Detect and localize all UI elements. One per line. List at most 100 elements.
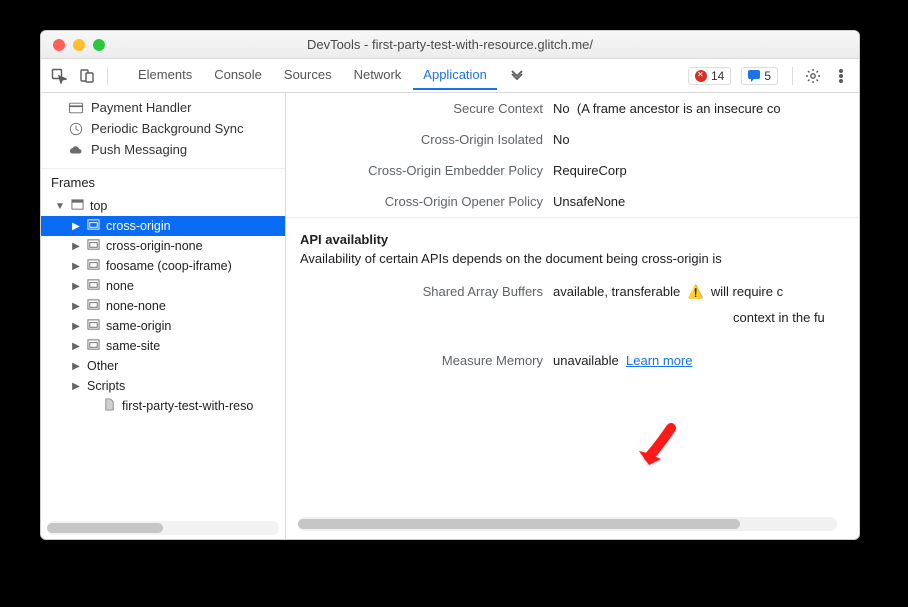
row-extra: will require c <box>711 284 783 299</box>
scrollbar-thumb[interactable] <box>47 523 163 533</box>
separator <box>107 67 108 85</box>
learn-more-link[interactable]: Learn more <box>626 353 692 368</box>
tree-item-same-site[interactable]: ▶ same-site <box>41 336 285 356</box>
iframe-icon <box>87 278 100 294</box>
frames-tree: ▼ top ▶ cross-origin ▶ cross-origin-none… <box>41 196 285 521</box>
tree-item-label: Other <box>87 359 118 373</box>
tree-item-none[interactable]: ▶ none <box>41 276 285 296</box>
row-extra: (A frame ancestor is an insecure co <box>577 101 781 116</box>
tree-item-label: foosame (coop-iframe) <box>106 259 232 273</box>
tree-item-scripts[interactable]: ▶ Scripts <box>41 376 285 396</box>
messages-badge[interactable]: 5 <box>741 67 778 85</box>
row-extra: context in the fu <box>553 310 825 325</box>
row-label: Measure Memory <box>298 353 543 368</box>
panel-body: Payment Handler Periodic Background Sync… <box>41 93 859 539</box>
tab-application[interactable]: Application <box>413 61 497 90</box>
tree-item-label: cross-origin-none <box>106 239 203 253</box>
tree-item-label: same-site <box>106 339 160 353</box>
kebab-menu-icon[interactable] <box>829 64 853 88</box>
iframe-icon <box>87 218 100 234</box>
frames-header: Frames <box>41 168 285 196</box>
sidebar-item-label: Payment Handler <box>91 100 191 115</box>
tree-item-script-file[interactable]: first-party-test-with-reso <box>41 396 285 416</box>
tree-item-other[interactable]: ▶ Other <box>41 356 285 376</box>
tab-elements[interactable]: Elements <box>128 61 202 90</box>
row-measure-memory: Measure Memory unavailable Learn more <box>286 333 859 376</box>
messages-count: 5 <box>764 69 771 83</box>
tree-item-label: same-origin <box>106 319 171 333</box>
tab-sources[interactable]: Sources <box>274 61 342 90</box>
row-cross-origin-isolated: Cross-Origin Isolated No <box>286 124 859 155</box>
row-coep: Cross-Origin Embedder Policy RequireCorp <box>286 155 859 186</box>
sidebar-item-label: Periodic Background Sync <box>91 121 243 136</box>
errors-count: 14 <box>711 69 724 83</box>
minimize-window-button[interactable] <box>73 39 85 51</box>
row-label: Cross-Origin Embedder Policy <box>298 163 543 178</box>
row-shared-array-buffers: Shared Array Buffers available, transfer… <box>286 276 859 308</box>
tree-item-same-origin[interactable]: ▶ same-origin <box>41 316 285 336</box>
iframe-icon <box>87 338 100 354</box>
window-controls <box>41 39 105 51</box>
tree-item-foosame[interactable]: ▶ foosame (coop-iframe) <box>41 256 285 276</box>
disclosure-triangle-icon[interactable]: ▶ <box>71 381 81 392</box>
tree-item-cross-origin[interactable]: ▶ cross-origin <box>41 216 285 236</box>
disclosure-triangle-icon[interactable]: ▶ <box>71 301 81 312</box>
sidebar-item-periodic-sync[interactable]: Periodic Background Sync <box>41 118 285 139</box>
file-icon <box>103 398 116 414</box>
row-value: available, transferable <box>553 284 680 299</box>
disclosure-triangle-icon[interactable]: ▶ <box>71 341 81 352</box>
devtools-window: DevTools - first-party-test-with-resourc… <box>40 30 860 540</box>
tree-item-top[interactable]: ▼ top <box>41 196 285 216</box>
disclosure-triangle-icon[interactable]: ▶ <box>71 221 81 232</box>
zoom-window-button[interactable] <box>93 39 105 51</box>
api-section-title: API availablity <box>286 217 859 251</box>
more-tabs-icon[interactable] <box>505 64 529 88</box>
disclosure-triangle-icon[interactable]: ▶ <box>71 241 81 252</box>
tab-network[interactable]: Network <box>344 61 412 90</box>
disclosure-triangle-icon[interactable]: ▼ <box>55 201 65 212</box>
disclosure-triangle-icon[interactable]: ▶ <box>71 281 81 292</box>
message-icon <box>748 70 760 82</box>
row-value: No <box>553 132 570 147</box>
device-toggle-icon[interactable] <box>75 64 99 88</box>
disclosure-triangle-icon[interactable]: ▶ <box>71 321 81 332</box>
iframe-icon <box>87 318 100 334</box>
titlebar: DevTools - first-party-test-with-resourc… <box>41 31 859 59</box>
warning-icon: ⚠️ <box>687 284 703 299</box>
close-window-button[interactable] <box>53 39 65 51</box>
tree-item-none-none[interactable]: ▶ none-none <box>41 296 285 316</box>
settings-icon[interactable] <box>801 64 825 88</box>
tab-console[interactable]: Console <box>204 61 272 90</box>
card-icon <box>69 101 83 115</box>
row-value: RequireCorp <box>553 163 627 178</box>
tree-item-label: none-none <box>106 299 166 313</box>
iframe-icon <box>87 298 100 314</box>
iframe-icon <box>87 238 100 254</box>
errors-badge[interactable]: 14 <box>688 67 731 85</box>
inspect-icon[interactable] <box>47 64 71 88</box>
tree-item-label: top <box>90 199 107 213</box>
row-value: No <box>553 101 570 116</box>
sidebar-scrollbar[interactable] <box>47 521 279 535</box>
iframe-icon <box>87 258 100 274</box>
tree-item-label: cross-origin <box>106 219 171 233</box>
tree-item-label: none <box>106 279 134 293</box>
scrollbar-thumb[interactable] <box>298 519 740 529</box>
row-coop: Cross-Origin Opener Policy UnsafeNone <box>286 186 859 217</box>
sidebar-item-push-messaging[interactable]: Push Messaging <box>41 139 285 160</box>
disclosure-triangle-icon[interactable]: ▶ <box>71 261 81 272</box>
frame-icon <box>71 198 84 214</box>
sidebar-item-payment-handler[interactable]: Payment Handler <box>41 97 285 118</box>
api-section-desc: Availability of certain APIs depends on … <box>286 251 859 276</box>
disclosure-triangle-icon[interactable]: ▶ <box>71 361 81 372</box>
row-shared-array-buffers-cont: context in the fu <box>286 308 859 333</box>
panel-tabs: Elements Console Sources Network Applica… <box>128 61 497 90</box>
details-pane: Secure Context No (A frame ancestor is a… <box>286 93 859 539</box>
sidebar: Payment Handler Periodic Background Sync… <box>41 93 286 539</box>
row-label: Secure Context <box>298 101 543 116</box>
sidebar-item-label: Push Messaging <box>91 142 187 157</box>
main-scrollbar[interactable] <box>298 517 837 531</box>
annotation-arrow-icon <box>631 423 681 476</box>
tree-item-cross-origin-none[interactable]: ▶ cross-origin-none <box>41 236 285 256</box>
separator <box>792 67 793 85</box>
